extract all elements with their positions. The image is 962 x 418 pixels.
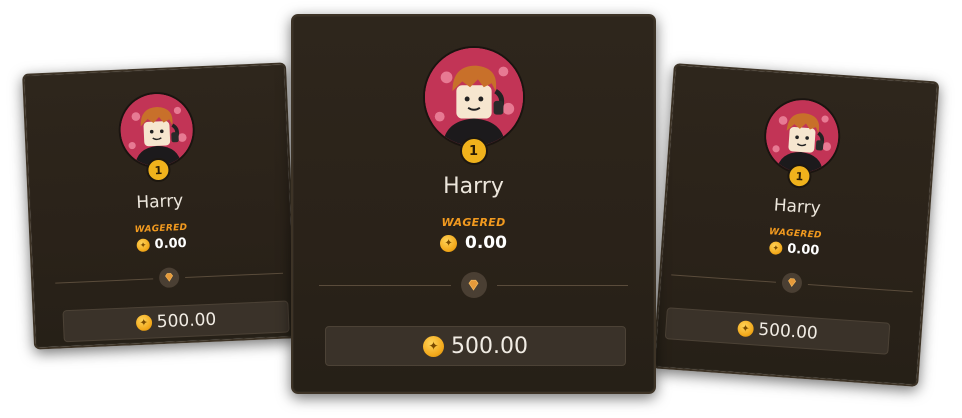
wagered-value: 0.00 bbox=[786, 241, 820, 259]
harry-avatar-icon bbox=[763, 97, 841, 175]
coin-icon: ✦ bbox=[135, 314, 153, 332]
coin-icon: ✦ bbox=[423, 335, 444, 357]
diamond-icon bbox=[781, 272, 803, 294]
avatar bbox=[424, 48, 523, 146]
divider bbox=[293, 272, 654, 298]
coin-icon: ✦ bbox=[768, 241, 783, 256]
prize-amount: 500.00 bbox=[451, 333, 528, 359]
podium-card-center: 1 Harry WAGERED ✦ 0.00 ✦ 500.00 bbox=[291, 14, 656, 394]
divider-line bbox=[807, 283, 913, 292]
divider-line bbox=[185, 272, 284, 278]
diamond-icon bbox=[460, 272, 487, 298]
coin-icon: ✦ bbox=[736, 320, 754, 338]
divider-line bbox=[55, 277, 154, 284]
prize-amount: 500.00 bbox=[757, 319, 819, 344]
prize-amount: 500.00 bbox=[156, 309, 217, 333]
podium-card-right: 1 Harry WAGERED ✦ 0.00 ✦ 500.00 bbox=[652, 63, 940, 387]
player-name: Harry bbox=[135, 190, 184, 214]
rank-badge: 1 bbox=[786, 163, 813, 189]
wagered-amount: ✦ 0.00 bbox=[293, 233, 654, 253]
prize-box: ✦ 500.00 bbox=[664, 307, 891, 355]
divider bbox=[661, 264, 924, 302]
divider-line bbox=[319, 284, 451, 286]
harry-avatar-icon bbox=[424, 48, 523, 146]
leaderboard-podium: 1 Harry WAGERED ✦ 0.00 ✦ 500.00 1 Harry … bbox=[0, 0, 962, 418]
avatar bbox=[119, 92, 195, 168]
prize-box: ✦ 500.00 bbox=[325, 326, 626, 366]
divider-line bbox=[496, 284, 628, 286]
wagered-value: 0.00 bbox=[465, 233, 507, 253]
avatar bbox=[763, 97, 841, 175]
wagered-value: 0.00 bbox=[154, 235, 188, 253]
coin-icon: ✦ bbox=[440, 234, 458, 252]
coin-icon: ✦ bbox=[136, 238, 150, 253]
divider-line bbox=[671, 273, 777, 283]
player-name: Harry bbox=[443, 174, 504, 199]
player-name: Harry bbox=[773, 195, 822, 219]
diamond-icon bbox=[158, 267, 180, 289]
divider bbox=[33, 262, 294, 293]
wagered-label: WAGERED bbox=[441, 216, 506, 229]
harry-avatar-icon bbox=[119, 92, 195, 168]
podium-card-left: 1 Harry WAGERED ✦ 0.00 ✦ 500.00 bbox=[22, 62, 298, 350]
rank-badge: 1 bbox=[145, 157, 171, 183]
prize-box: ✦ 500.00 bbox=[62, 300, 290, 343]
rank-badge: 1 bbox=[459, 137, 488, 165]
